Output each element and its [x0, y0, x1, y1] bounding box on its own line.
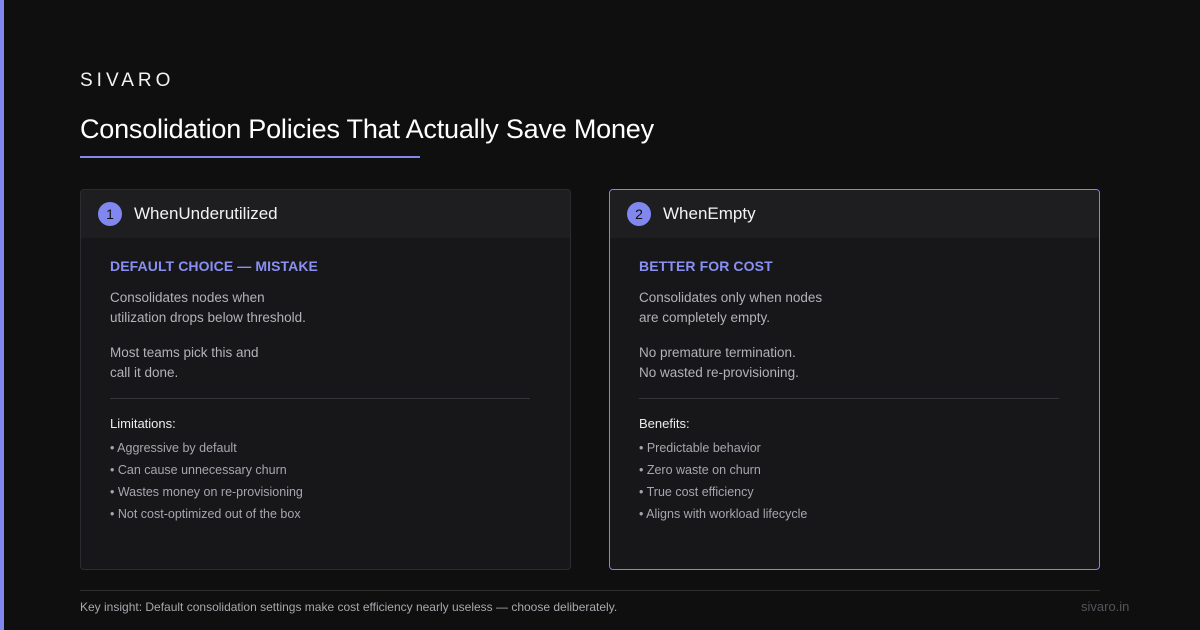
card-description: Consolidates nodes when utilization drop… — [110, 290, 306, 325]
list-item: • Predictable behavior — [639, 441, 761, 455]
card-title: WhenEmpty — [663, 204, 756, 223]
card-note: No premature termination. No wasted re-p… — [639, 345, 799, 380]
card-kicker: BETTER FOR COST — [639, 258, 773, 274]
list-title: Benefits: — [639, 416, 690, 431]
footer-url[interactable]: sivaro.in — [1081, 599, 1129, 614]
divider — [639, 398, 1059, 399]
divider — [110, 398, 530, 399]
list-title: Limitations: — [110, 416, 176, 431]
number-badge: 2 — [627, 202, 651, 226]
brand-logo: SIVARO — [80, 70, 175, 91]
card-when-underutilized: 1 WhenUnderutilized DEFAULT CHOICE — MIS… — [80, 189, 571, 570]
footer-divider — [80, 590, 1100, 591]
list-item: • Can cause unnecessary churn — [110, 463, 287, 477]
card-kicker: DEFAULT CHOICE — MISTAKE — [110, 258, 318, 274]
page-title: Consolidation Policies That Actually Sav… — [80, 114, 654, 144]
list-item: • Not cost-optimized out of the box — [110, 507, 301, 521]
card-body: DEFAULT CHOICE — MISTAKE Consolidates no… — [81, 238, 570, 525]
list-item: • Zero waste on churn — [639, 463, 761, 477]
card-description: Consolidates only when nodes are complet… — [639, 290, 823, 325]
card-note: Most teams pick this and call it done. — [110, 345, 259, 380]
footer-insight: Key insight: Default consolidation setti… — [80, 600, 618, 614]
list-item: • Wastes money on re-provisioning — [110, 485, 303, 499]
card-body: BETTER FOR COST Consolidates only when n… — [610, 238, 1099, 525]
list-item: • True cost efficiency — [639, 485, 754, 499]
card-title: WhenUnderutilized — [134, 204, 278, 223]
list-item: • Aligns with workload lifecycle — [639, 507, 808, 521]
title-underline — [80, 156, 420, 158]
card-header: 1 WhenUnderutilized — [81, 190, 570, 238]
list-item: • Aggressive by default — [110, 441, 237, 455]
number-badge: 1 — [98, 202, 122, 226]
card-header: 2 WhenEmpty — [610, 190, 1099, 238]
accent-bar — [0, 0, 4, 630]
card-when-empty: 2 WhenEmpty BETTER FOR COST Consolidates… — [609, 189, 1100, 570]
